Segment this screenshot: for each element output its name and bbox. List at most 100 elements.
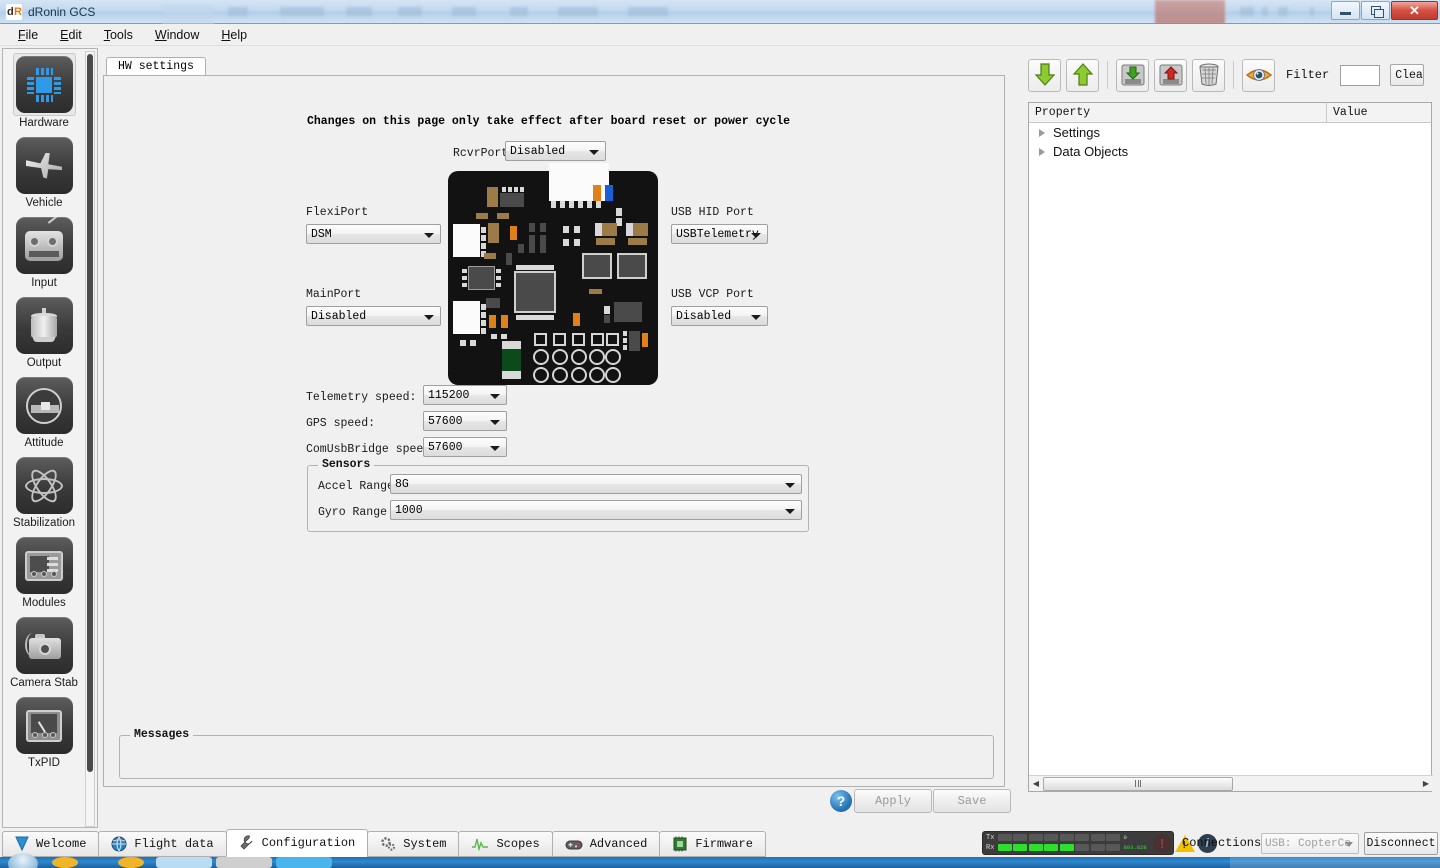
comusbbridge-speed-combo[interactable]: 57600 (423, 437, 507, 457)
close-button[interactable]: ✕ (1391, 1, 1438, 20)
sidebar-item-label: Vehicle (25, 197, 63, 209)
sensors-group-title: Sensors (318, 458, 375, 471)
bottom-tab-scopes[interactable]: Scopes (458, 831, 553, 857)
scroll-right-icon[interactable]: ▶ (1419, 777, 1433, 791)
sidebar-item-label: Hardware (19, 117, 69, 129)
bottom-tab-flight-data[interactable]: Flight data (98, 831, 227, 857)
level-bubble-icon (15, 377, 73, 434)
level-bubble-icon-art (26, 387, 62, 424)
arrow-down-green-icon (1034, 63, 1055, 86)
chip-icon-art (27, 67, 61, 102)
disconnect-button[interactable]: Disconnect (1364, 832, 1438, 855)
menu-window[interactable]: Window (145, 25, 209, 45)
rcvrport-combo[interactable]: Disabled (505, 141, 606, 161)
load-from-file-button[interactable] (1116, 58, 1149, 92)
flexiport-combo[interactable]: DSM (306, 224, 441, 244)
tree-row[interactable]: Data Objects (1029, 142, 1431, 161)
sidebar-item-camera-stab[interactable]: Camera Stab (3, 611, 85, 691)
gyro-range-combo[interactable]: 1000 (390, 500, 802, 520)
sidebar-item-vehicle[interactable]: Vehicle (3, 131, 85, 211)
gps-speed-value: 57600 (428, 414, 463, 428)
sidebar-item-input[interactable]: Input (3, 211, 85, 291)
sidebar-item-attitude[interactable]: Attitude (3, 371, 85, 451)
chip-green-icon (673, 836, 687, 852)
hscroll-track[interactable] (1043, 776, 1419, 791)
save-to-file-button[interactable] (1154, 58, 1187, 92)
start-orb-icon[interactable] (8, 853, 38, 868)
sidebar-icon-wrap-hardware (12, 53, 76, 116)
accel-range-value: 8G (395, 477, 409, 491)
tab-hw-settings[interactable]: HW settings (106, 57, 206, 75)
trash-icon (1198, 63, 1219, 86)
chevron-right-icon[interactable] (1039, 128, 1045, 137)
taskbar-item[interactable] (118, 857, 144, 868)
taskbar-item[interactable] (216, 857, 272, 868)
globe-icon (111, 836, 127, 852)
bottom-tab-advanced[interactable]: Advanced (551, 831, 661, 857)
chevron-down-icon (490, 420, 500, 425)
filter-input[interactable] (1340, 64, 1381, 86)
save-button[interactable]: Save (933, 789, 1011, 813)
object-tree: Property Value Settings Data Objects ◀ ▶ (1028, 102, 1433, 792)
usb-hid-port-combo[interactable]: USBTelemetry (671, 224, 768, 244)
os-taskbar (0, 853, 1440, 868)
logo-letter-r: R (14, 5, 22, 18)
title-bar: d R dRonin GCS ✕ (0, 0, 1440, 26)
load-from-board-button[interactable] (1028, 58, 1061, 92)
mainport-combo[interactable]: Disabled (306, 306, 441, 326)
accel-range-combo[interactable]: 8G (390, 474, 802, 494)
toolbar-separator (1233, 61, 1234, 89)
menu-file[interactable]: File (8, 25, 48, 45)
save-to-board-button[interactable] (1066, 58, 1099, 92)
error-alert-icon[interactable]: ! (1152, 833, 1172, 853)
chevron-right-icon[interactable] (1039, 147, 1045, 156)
rcvrport-value: Disabled (510, 144, 566, 158)
sidebar-item-output[interactable]: Output (3, 291, 85, 371)
bottom-tab-configuration[interactable]: Configuration (225, 829, 369, 857)
scroll-left-icon[interactable]: ◀ (1029, 777, 1043, 791)
bottom-tab-label: Welcome (36, 837, 87, 851)
filter-label: Filter (1286, 68, 1330, 82)
menu-tools[interactable]: Tools (94, 25, 143, 45)
center-tabstrip: HW settings (103, 57, 1015, 75)
bottom-tab-system[interactable]: System (367, 831, 460, 857)
clear-filter-button[interactable]: Clear (1390, 64, 1425, 86)
connection-combo[interactable]: USB: CopterCo (1261, 833, 1359, 854)
apply-button[interactable]: Apply (854, 789, 932, 813)
hscroll-thumb[interactable] (1043, 776, 1233, 791)
telemetry-rows: Tx 0 Rx 803.828 (986, 833, 1147, 853)
telemetry-speed-combo[interactable]: 115200 (423, 385, 507, 405)
taskbar-item[interactable] (276, 857, 332, 868)
menu-edit[interactable]: Edit (50, 25, 92, 45)
sidebar-icon-wrap-modules (14, 535, 75, 596)
sidebar-icon-wrap-vehicle (14, 135, 75, 196)
object-tree-hscrollbar[interactable]: ◀ ▶ (1029, 775, 1433, 791)
gyro-range-value: 1000 (395, 503, 423, 517)
usb-vcp-port-combo[interactable]: Disabled (671, 306, 768, 326)
sidebar-scrollbar-thumb[interactable] (87, 54, 93, 772)
gps-speed-combo[interactable]: 57600 (423, 411, 507, 431)
eye-icon (1245, 69, 1272, 81)
restore-button[interactable] (1361, 1, 1390, 20)
usb-vcp-port-value: Disabled (676, 309, 732, 323)
sidebar-item-txpid[interactable]: TxPID (3, 691, 85, 771)
help-button[interactable]: ? (830, 790, 852, 812)
taskbar-item[interactable] (52, 857, 78, 868)
minimize-button[interactable] (1331, 1, 1360, 20)
sidebar-icon-wrap-camera-stab (14, 615, 75, 676)
sidebar-item-modules[interactable]: Modules (3, 531, 85, 611)
sidebar-list: Hardware Vehicle Input Output Attitude S… (3, 49, 85, 827)
taskbar-item[interactable] (156, 857, 212, 868)
bottom-tab-firmware[interactable]: Firmware (659, 831, 766, 857)
sidebar-scrollbar[interactable] (85, 51, 95, 827)
erase-settings-button[interactable] (1192, 58, 1225, 92)
connection-value: USB: CopterCo (1265, 837, 1351, 850)
sensors-group: Sensors Accel Range 8G Gyro Range 1000 (307, 458, 809, 532)
toolbar-separator (1107, 61, 1108, 89)
bottom-tab-label: Firmware (695, 837, 753, 851)
toggle-visibility-button[interactable] (1242, 58, 1275, 92)
menu-help[interactable]: Help (211, 25, 257, 45)
sidebar-item-hardware[interactable]: Hardware (3, 49, 85, 131)
tree-row[interactable]: Settings (1029, 123, 1431, 142)
sidebar-item-stabilization[interactable]: Stabilization (3, 451, 85, 531)
